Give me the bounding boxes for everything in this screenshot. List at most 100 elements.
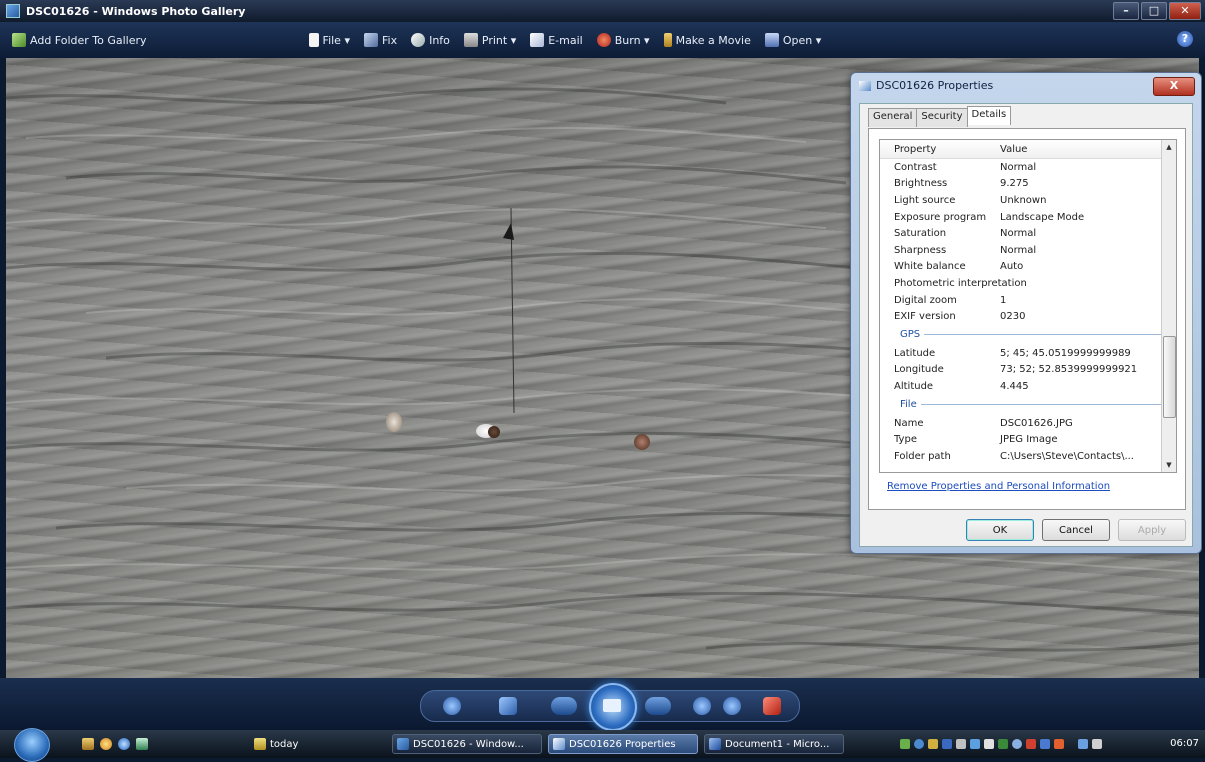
tray-icon[interactable]	[914, 739, 924, 749]
property-row[interactable]: EXIF version 0230	[880, 308, 1176, 325]
property-value: DSC01626.JPG	[1000, 417, 1073, 429]
file-icon	[308, 33, 319, 47]
messenger-icon[interactable]	[100, 738, 112, 750]
property-value: 4.445	[1000, 380, 1029, 392]
tray-icon[interactable]	[984, 739, 994, 749]
volume-icon[interactable]	[1092, 739, 1102, 749]
value-column-header[interactable]: Value	[1000, 144, 1150, 155]
taskbar-item-photo-gallery[interactable]: DSC01626 - Window...	[392, 734, 542, 754]
dialog-title-bar: DSC01626 Properties	[859, 79, 993, 92]
rotate-clockwise-icon[interactable]	[723, 697, 741, 715]
clock[interactable]: 06:07	[1170, 738, 1199, 749]
info-button[interactable]: Info	[411, 33, 450, 47]
zoom-icon[interactable]	[443, 697, 461, 715]
slideshow-button[interactable]	[589, 683, 637, 731]
tray-icon[interactable]	[928, 739, 938, 749]
file-group-label: File	[900, 399, 917, 411]
property-name: Longitude	[894, 364, 944, 376]
make-movie-button[interactable]: Make a Movie	[663, 33, 751, 47]
add-folder-button[interactable]: Add Folder To Gallery	[12, 33, 147, 47]
property-value: JPEG Image	[1000, 434, 1058, 446]
property-name: EXIF version	[894, 311, 956, 323]
property-name: Digital zoom	[894, 294, 957, 306]
scroll-thumb[interactable]	[1163, 336, 1176, 418]
burn-menu-button[interactable]: Burn ▾	[596, 33, 650, 47]
property-row[interactable]: Digital zoom 1	[880, 292, 1176, 309]
print-menu-button[interactable]: Print ▾	[463, 33, 517, 47]
property-name: Type	[894, 434, 917, 446]
list-header: Property Value	[880, 140, 1176, 159]
tray-icon[interactable]	[1054, 739, 1064, 749]
start-button[interactable]	[14, 728, 50, 762]
list-scrollbar[interactable]: ▲ ▼	[1161, 140, 1176, 472]
dialog-close-button[interactable]: X	[1153, 77, 1195, 96]
taskbar-item-word[interactable]: Document1 - Micro...	[704, 734, 844, 754]
property-row[interactable]: Folder path C:\Users\Steve\Contacts\...	[880, 448, 1176, 465]
network-icon[interactable]	[1078, 739, 1088, 749]
minimize-button[interactable]: –	[1113, 2, 1139, 20]
help-icon[interactable]: ?	[1177, 31, 1193, 47]
add-folder-icon	[12, 33, 26, 47]
tray-icon[interactable]	[956, 739, 966, 749]
property-row[interactable]: Contrast Normal	[880, 159, 1176, 176]
browser-icon[interactable]	[118, 738, 130, 750]
window-title: DSC01626 - Windows Photo Gallery	[26, 4, 246, 18]
property-row[interactable]: White balance Auto	[880, 259, 1176, 276]
scroll-up-arrow-icon[interactable]: ▲	[1162, 140, 1176, 154]
property-row[interactable]: Photometric interpretation	[880, 275, 1176, 292]
switch-windows-icon[interactable]	[136, 738, 148, 750]
property-row[interactable]: Light source Unknown	[880, 192, 1176, 209]
tab-general[interactable]: General	[868, 108, 918, 127]
property-row[interactable]: Type JPEG Image	[880, 431, 1176, 448]
property-row[interactable]: Latitude 5; 45; 45.0519999999989	[880, 345, 1176, 362]
property-row[interactable]: Name DSC01626.JPG	[880, 415, 1176, 432]
previous-icon[interactable]	[551, 697, 577, 715]
tray-icon[interactable]	[1040, 739, 1050, 749]
tab-details[interactable]: Details	[966, 106, 1012, 125]
property-row[interactable]: Sharpness Normal	[880, 242, 1176, 259]
file-menu-button[interactable]: File ▾	[308, 33, 350, 47]
scroll-down-arrow-icon[interactable]: ▼	[1162, 458, 1176, 472]
tray-icon[interactable]	[900, 739, 910, 749]
next-icon[interactable]	[645, 697, 671, 715]
property-row[interactable]: Exposure program Landscape Mode	[880, 209, 1176, 226]
actual-size-icon[interactable]	[499, 697, 517, 715]
taskbar-item-properties[interactable]: DSC01626 Properties	[548, 734, 698, 754]
fix-button[interactable]: Fix	[363, 33, 397, 47]
properties-dialog: DSC01626 Properties X General Security D…	[850, 72, 1202, 554]
fix-icon	[363, 33, 378, 47]
tray-icon[interactable]	[970, 739, 980, 749]
maximize-button[interactable]: □	[1141, 2, 1167, 20]
cancel-button[interactable]: Cancel	[1042, 519, 1110, 541]
property-row[interactable]: Altitude 4.445	[880, 378, 1176, 395]
property-row[interactable]: Saturation Normal	[880, 225, 1176, 242]
ok-button[interactable]: OK	[966, 519, 1034, 541]
tray-icon[interactable]	[1012, 739, 1022, 749]
tab-security[interactable]: Security	[916, 108, 968, 127]
property-row[interactable]: Longitude 73; 52; 52.8539999999921	[880, 362, 1176, 379]
email-button[interactable]: E-mail	[530, 33, 583, 47]
property-name: Saturation	[894, 228, 947, 240]
property-value: 73; 52; 52.8539999999921	[1000, 364, 1138, 376]
remove-properties-link[interactable]: Remove Properties and Personal Informati…	[887, 481, 1110, 492]
property-name: Name	[894, 417, 924, 429]
property-column-header[interactable]: Property	[880, 144, 1000, 155]
burn-label: Burn ▾	[614, 33, 650, 47]
property-row[interactable]: Brightness 9.275	[880, 176, 1176, 193]
tray-icon[interactable]	[942, 739, 952, 749]
show-desktop-icon[interactable]	[82, 738, 94, 750]
taskbar-item-today[interactable]: today	[250, 734, 380, 754]
open-menu-button[interactable]: Open ▾	[764, 33, 821, 47]
dialog-buttons: OK Cancel Apply	[966, 519, 1186, 541]
tray-icon[interactable]	[1026, 739, 1036, 749]
photo-gallery-icon	[397, 738, 409, 750]
print-label: Print ▾	[481, 33, 517, 47]
property-value: Normal	[1000, 228, 1037, 240]
properties-list[interactable]: Property Value Contrast Normal Brightness 9…	[879, 139, 1177, 473]
tray-icon[interactable]	[998, 739, 1008, 749]
close-window-button[interactable]: ✕	[1169, 2, 1201, 20]
rotate-counterclockwise-icon[interactable]	[693, 697, 711, 715]
apply-button[interactable]: Apply	[1118, 519, 1186, 541]
delete-icon[interactable]	[763, 697, 781, 715]
window-controls: – □ ✕	[1113, 2, 1201, 20]
